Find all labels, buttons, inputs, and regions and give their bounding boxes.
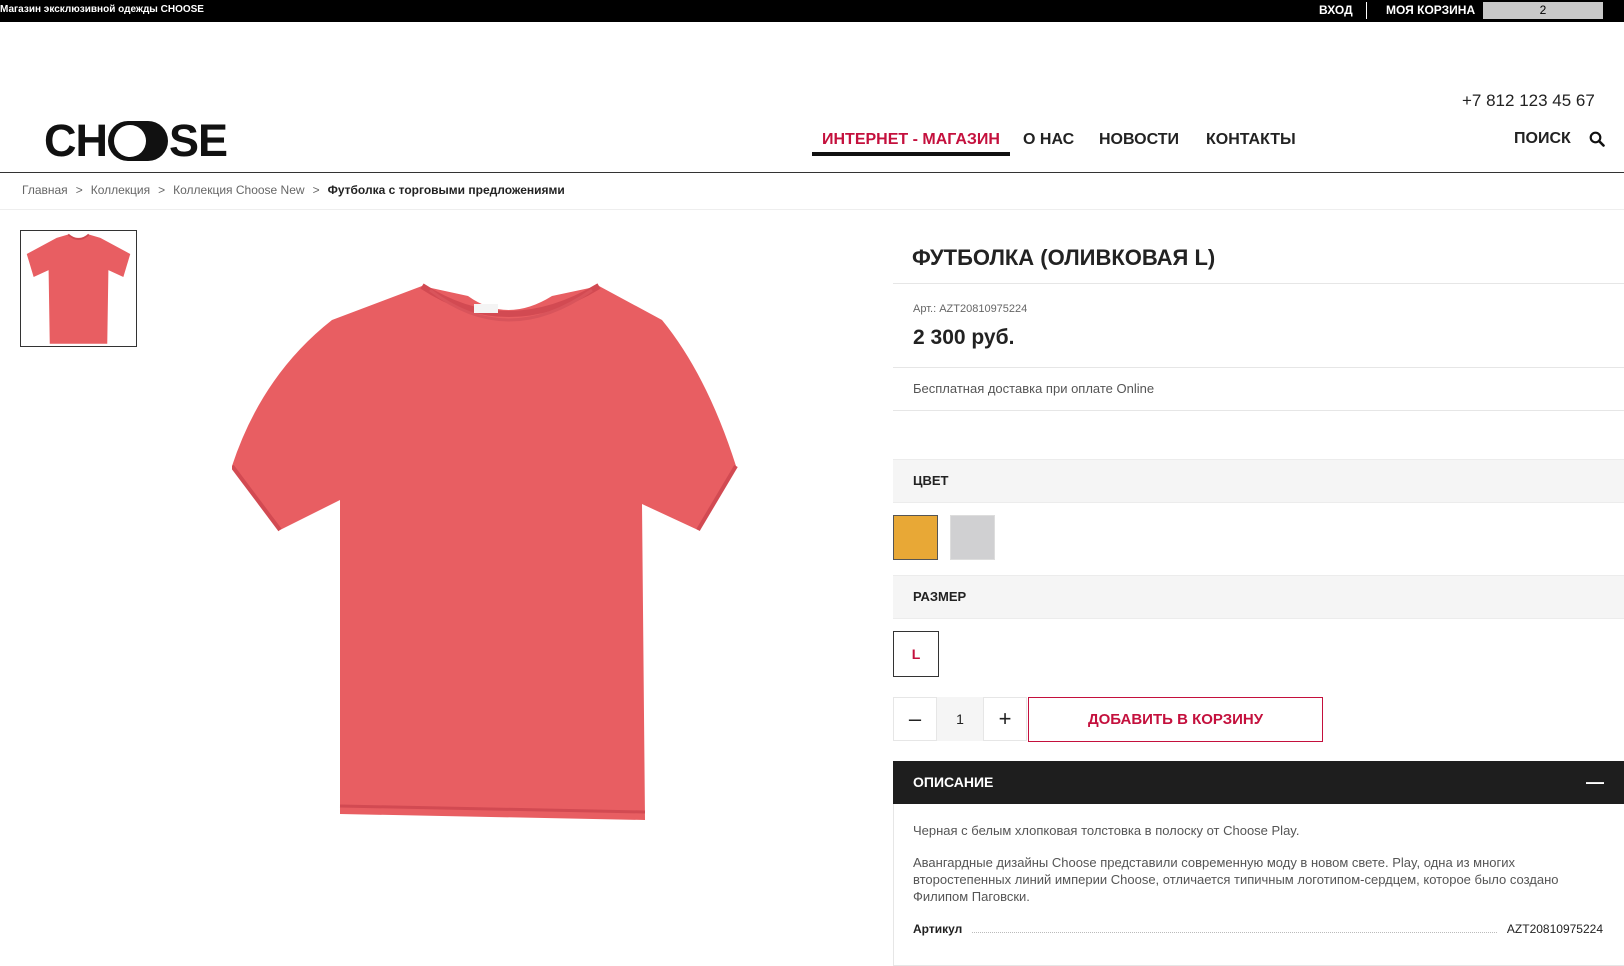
tshirt-thumbnail-image	[26, 233, 131, 344]
color-swatch-gray[interactable]	[950, 515, 995, 560]
description-title: ОПИСАНИЕ	[913, 774, 994, 790]
site-title: Магазин эксклюзивной одежды CHOOSE	[0, 4, 204, 15]
breadcrumb-sep: >	[75, 183, 83, 197]
divider	[893, 283, 1624, 284]
nav-item-contacts[interactable]: КОНТАКТЫ	[1206, 131, 1296, 149]
top-bar: Магазин эксклюзивной одежды CHOOSE ВХОД …	[0, 0, 1624, 22]
my-cart-link[interactable]: МОЯ КОРЗИНА	[1386, 3, 1475, 17]
nav-item-about[interactable]: О НАС	[1023, 131, 1074, 149]
breadcrumb: Главная > Коллекция > Коллекция Choose N…	[22, 183, 573, 197]
breadcrumb-collection[interactable]: Коллекция	[91, 183, 150, 197]
delivery-note: Бесплатная доставка при оплате Online	[913, 381, 1155, 396]
quantity-increase-button[interactable]: +	[983, 697, 1027, 741]
login-link[interactable]: ВХОД	[1319, 3, 1353, 17]
topbar-divider	[1366, 2, 1367, 19]
size-option-l[interactable]: L	[893, 631, 939, 677]
product-thumbnail[interactable]	[20, 230, 137, 347]
description-text-2: Авангардные дизайны Choose представили с…	[913, 855, 1559, 904]
divider	[893, 410, 1624, 411]
divider	[893, 367, 1624, 368]
add-to-cart-button[interactable]: ДОБАВИТЬ В КОРЗИНУ	[1028, 697, 1323, 742]
size-section-header: РАЗМЕР	[893, 575, 1624, 619]
header-divider	[0, 172, 1624, 173]
breadcrumb-sep: >	[312, 183, 320, 197]
search-link[interactable]: ПОИСК	[1514, 130, 1571, 148]
breadcrumb-sep: >	[158, 183, 166, 197]
description-header[interactable]: ОПИСАНИЕ —	[893, 761, 1624, 804]
article-value: AZT20810975224	[1506, 922, 1603, 936]
product-price: 2 300 руб.	[913, 326, 1015, 349]
breadcrumb-divider	[0, 209, 1624, 210]
product-title: ФУТБОЛКА (ОЛИВКОВАЯ L)	[912, 245, 1216, 270]
article-spec-row: Артикул AZT20810975224	[913, 922, 1603, 936]
search-icon[interactable]	[1589, 131, 1605, 147]
breadcrumb-home[interactable]: Главная	[22, 183, 68, 197]
nav-item-shop[interactable]: ИНТЕРНЕТ - МАГАЗИН	[822, 131, 1000, 149]
color-swatch-orange[interactable]	[893, 515, 938, 560]
cart-count-badge[interactable]: 2	[1483, 2, 1603, 19]
color-section-header: ЦВЕТ	[893, 459, 1624, 503]
logo-text-right: SE	[169, 115, 228, 166]
nav-active-indicator	[812, 152, 1010, 156]
description-text-1: Черная с белым хлопковая толстовка в пол…	[913, 823, 1300, 838]
logo-toggle-icon	[108, 121, 168, 161]
collapse-icon[interactable]: —	[1586, 761, 1604, 804]
tshirt-image	[230, 283, 738, 820]
logo-text-left: CH	[44, 115, 108, 166]
breadcrumb-current: Футболка с торговыми предложениями	[327, 183, 565, 197]
product-article: Арт.: AZT20810975224	[913, 303, 1028, 315]
breadcrumb-collection-new[interactable]: Коллекция Choose New	[173, 183, 304, 197]
phone-number[interactable]: +7 812 123 45 67	[1462, 91, 1595, 111]
choose-logo[interactable]: CH SE	[44, 115, 228, 166]
dotted-leader	[972, 932, 1497, 933]
product-main-image[interactable]	[230, 280, 766, 846]
quantity-decrease-button[interactable]: –	[893, 697, 937, 741]
nav-item-news[interactable]: НОВОСТИ	[1099, 131, 1179, 149]
quantity-input[interactable]: 1	[937, 697, 983, 741]
article-key: Артикул	[913, 922, 963, 936]
